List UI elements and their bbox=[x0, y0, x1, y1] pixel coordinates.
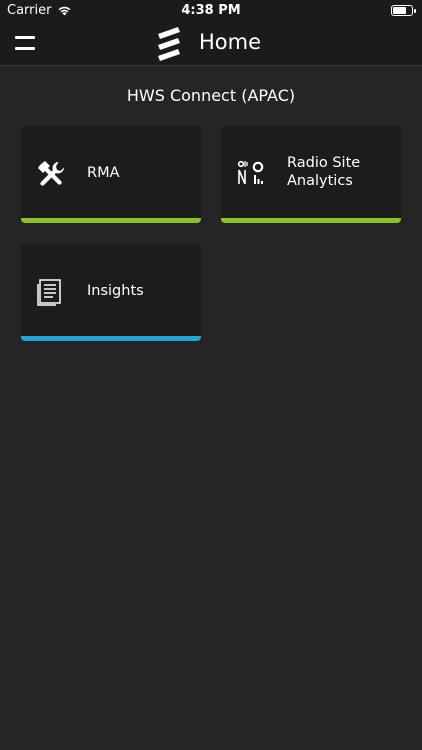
document-icon bbox=[37, 279, 61, 306]
status-bar: Carrier 4:38 PM bbox=[0, 0, 422, 22]
page-title: Home bbox=[199, 30, 262, 54]
battery-level bbox=[393, 7, 406, 14]
radio-site-analytics-tile-accent-bar bbox=[221, 218, 401, 223]
insights-tile-accent-bar bbox=[21, 336, 201, 341]
hamburger-menu-icon[interactable] bbox=[15, 36, 35, 52]
insights-tile[interactable]: Insights bbox=[21, 244, 201, 341]
rma-tile[interactable]: RMA bbox=[21, 126, 201, 223]
battery-icon bbox=[391, 5, 416, 16]
radio-site-analytics-icon bbox=[237, 160, 264, 185]
nav-bar: Home bbox=[0, 22, 422, 66]
radio-site-analytics-tile[interactable]: Radio Site Analytics bbox=[221, 126, 401, 223]
rma-tile-label: RMA bbox=[87, 165, 120, 181]
clock: 4:38 PM bbox=[181, 3, 241, 18]
section-title: HWS Connect (APAC) bbox=[126, 86, 296, 105]
rma-tile-accent-bar bbox=[21, 218, 201, 223]
insights-tile-label: Insights bbox=[87, 283, 144, 299]
brand-logo-icon bbox=[158, 27, 180, 61]
radio-site-analytics-tile-label: Radio Site Analytics bbox=[287, 155, 361, 189]
tools-icon bbox=[38, 161, 64, 186]
